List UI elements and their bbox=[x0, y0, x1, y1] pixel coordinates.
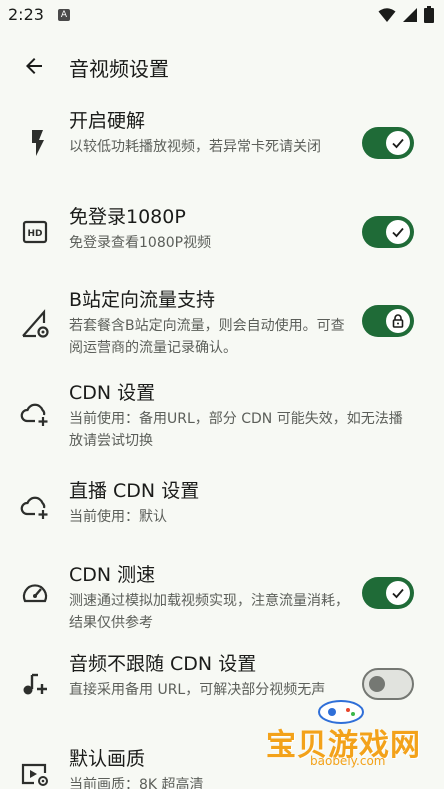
setting-text: CDN 设置 当前使用：备用URL，部分 CDN 可能失效，如无法播放请尝试切换 bbox=[69, 380, 409, 452]
video-settings-icon bbox=[18, 758, 52, 789]
switch-knob bbox=[369, 676, 385, 692]
setting-text: 直播 CDN 设置 当前使用：默认 bbox=[69, 478, 349, 528]
status-icons bbox=[378, 6, 434, 23]
check-icon bbox=[392, 227, 404, 238]
signal-settings-icon bbox=[18, 307, 52, 341]
setting-cdn[interactable]: CDN 设置 当前使用：备用URL，部分 CDN 可能失效，如无法播放请尝试切换 bbox=[0, 380, 444, 455]
lock-icon bbox=[392, 314, 404, 328]
wifi-icon bbox=[378, 7, 396, 22]
setting-subtitle: 免登录查看1080P视频 bbox=[69, 235, 212, 251]
setting-title: CDN 设置 bbox=[69, 382, 156, 404]
check-icon bbox=[392, 588, 404, 599]
hd-icon: HD bbox=[18, 215, 52, 249]
check-icon bbox=[392, 138, 404, 149]
setting-subtitle: 当前使用：备用URL，部分 CDN 可能失效，如无法播放请尝试切换 bbox=[69, 411, 403, 449]
setting-text: CDN 测速 测速通过模拟加载视频实现，注意流量消耗，结果仅供参考 bbox=[69, 562, 349, 634]
switch-knob bbox=[386, 220, 410, 244]
setting-directed-traffic[interactable]: B站定向流量支持 若套餐含B站定向流量，则会自动使用。可查阅运营商的流量记录确认… bbox=[0, 287, 444, 367]
directed-traffic-switch[interactable] bbox=[362, 305, 414, 337]
speedometer-icon bbox=[18, 576, 52, 610]
setting-cdn-speedtest[interactable]: CDN 测速 测速通过模拟加载视频实现，注意流量消耗，结果仅供参考 bbox=[0, 562, 444, 637]
switch-knob bbox=[386, 309, 410, 333]
status-time: 2:23 bbox=[8, 5, 44, 24]
audio-cdn-switch[interactable] bbox=[362, 668, 414, 700]
svg-text:HD: HD bbox=[27, 229, 42, 239]
free-1080p-switch[interactable] bbox=[362, 216, 414, 248]
setting-subtitle: 以较低功耗播放视频，若异常卡死请关闭 bbox=[69, 139, 321, 155]
setting-title: CDN 测速 bbox=[69, 564, 156, 586]
watermark-url: baobeiy.com bbox=[310, 754, 386, 768]
cloud-add-icon bbox=[18, 490, 52, 524]
music-add-icon bbox=[18, 667, 52, 701]
setting-free-1080p[interactable]: HD 免登录1080P 免登录查看1080P视频 bbox=[0, 204, 444, 264]
notification-icon: A bbox=[58, 9, 70, 21]
app-bar: 音视频设置 bbox=[0, 40, 444, 92]
setting-hardware-decode[interactable]: 开启硬解 以较低功耗播放视频，若异常卡死请关闭 bbox=[0, 108, 444, 188]
setting-title: B站定向流量支持 bbox=[69, 289, 216, 311]
setting-text: B站定向流量支持 若套餐含B站定向流量，则会自动使用。可查阅运营商的流量记录确认… bbox=[69, 287, 349, 359]
status-bar: 2:23 A bbox=[0, 0, 444, 30]
setting-text: 开启硬解 以较低功耗播放视频，若异常卡死请关闭 bbox=[69, 108, 349, 158]
switch-knob bbox=[386, 131, 410, 155]
setting-title: 免登录1080P bbox=[69, 206, 186, 228]
setting-title: 直播 CDN 设置 bbox=[69, 480, 200, 502]
setting-subtitle: 若套餐含B站定向流量，则会自动使用。可查阅运营商的流量记录确认。 bbox=[69, 318, 345, 356]
watermark-logo: 宝贝游戏网 baobeiy.com bbox=[266, 698, 420, 778]
hardware-decode-switch[interactable] bbox=[362, 127, 414, 159]
cloud-add-icon bbox=[18, 397, 52, 431]
battery-icon bbox=[424, 6, 434, 23]
setting-text: 音频不跟随 CDN 设置 直接采用备用 URL，可解决部分视频无声 bbox=[69, 651, 349, 701]
setting-title: 音频不跟随 CDN 设置 bbox=[69, 653, 257, 675]
setting-subtitle: 当前使用：默认 bbox=[69, 509, 167, 525]
bolt-icon bbox=[18, 126, 52, 160]
setting-subtitle: 测速通过模拟加载视频实现，注意流量消耗，结果仅供参考 bbox=[69, 593, 349, 631]
arrow-back-icon bbox=[26, 58, 42, 74]
cell-signal-icon bbox=[403, 7, 417, 22]
page-title: 音视频设置 bbox=[69, 57, 169, 81]
back-button[interactable] bbox=[18, 50, 50, 82]
setting-live-cdn[interactable]: 直播 CDN 设置 当前使用：默认 bbox=[0, 478, 444, 538]
setting-text: 免登录1080P 免登录查看1080P视频 bbox=[69, 204, 349, 254]
setting-title: 开启硬解 bbox=[69, 110, 146, 132]
switch-knob bbox=[386, 581, 410, 605]
cdn-speedtest-switch[interactable] bbox=[362, 577, 414, 609]
